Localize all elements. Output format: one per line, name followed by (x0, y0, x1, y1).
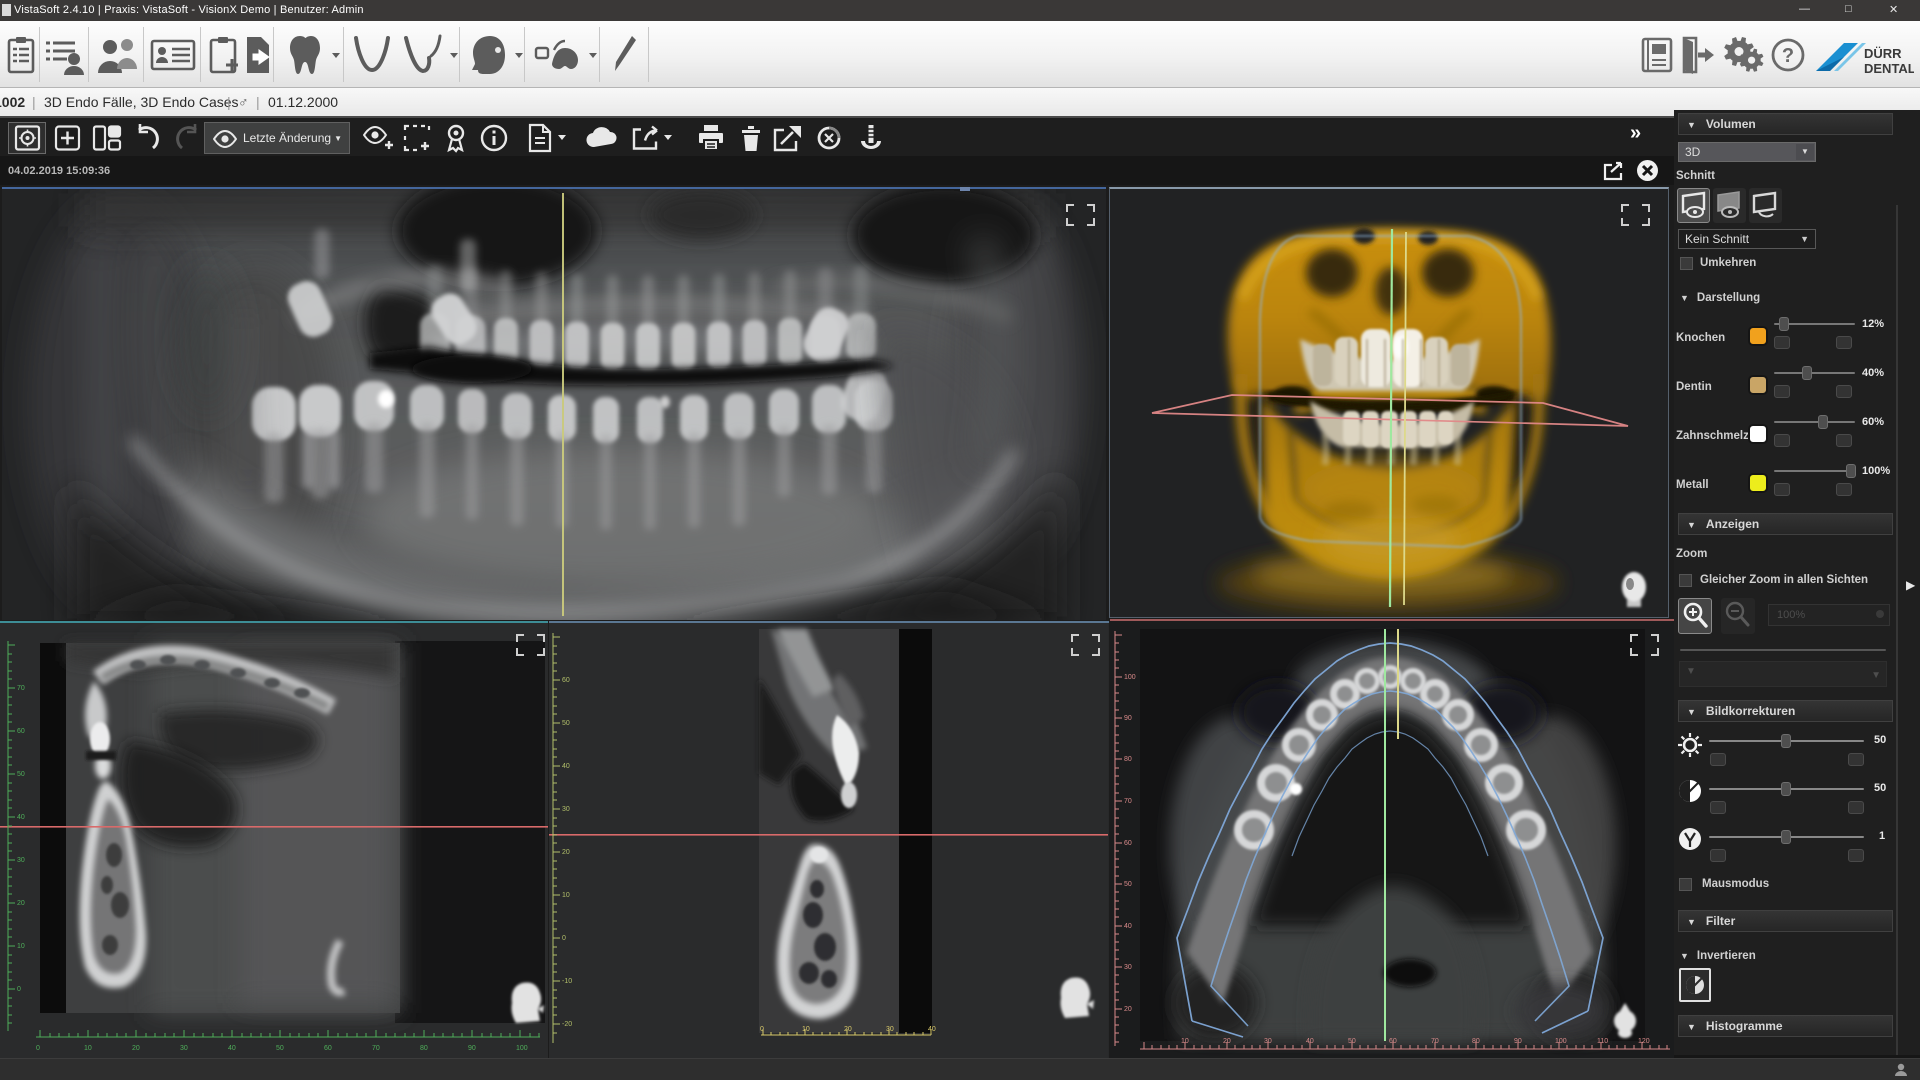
svg-text:70: 70 (1124, 798, 1132, 805)
svg-text:0: 0 (562, 935, 566, 942)
svg-text:60: 60 (324, 1045, 332, 1052)
svg-text:20: 20 (17, 900, 25, 907)
svg-text:70: 70 (1431, 1038, 1439, 1045)
svg-text:30: 30 (562, 806, 570, 813)
svg-text:60: 60 (1389, 1038, 1397, 1045)
svg-text:50: 50 (1348, 1038, 1356, 1045)
svg-text:40: 40 (928, 1026, 936, 1033)
svg-text:20: 20 (1124, 1006, 1132, 1013)
svg-text:100: 100 (1555, 1038, 1567, 1045)
svg-text:10: 10 (802, 1026, 810, 1033)
svg-text:30: 30 (886, 1026, 894, 1033)
svg-text:20: 20 (1223, 1038, 1231, 1045)
svg-text:110: 110 (1597, 1038, 1608, 1045)
svg-text:10: 10 (1181, 1038, 1189, 1045)
svg-text:50: 50 (17, 771, 25, 778)
svg-text:-10: -10 (562, 978, 572, 985)
svg-text:20: 20 (562, 849, 570, 856)
svg-text:50: 50 (276, 1045, 284, 1052)
svg-text:-20: -20 (562, 1021, 572, 1028)
svg-text:40: 40 (562, 763, 570, 770)
svg-text:50: 50 (562, 720, 570, 727)
svg-text:0: 0 (17, 986, 21, 993)
svg-text:0: 0 (36, 1045, 40, 1052)
svg-text:60: 60 (1124, 840, 1132, 847)
svg-text:90: 90 (1124, 715, 1132, 722)
svg-text:40: 40 (228, 1045, 236, 1052)
svg-text:10: 10 (17, 943, 25, 950)
svg-text:DENTAL: DENTAL (1864, 61, 1914, 76)
svg-text:100: 100 (516, 1045, 528, 1052)
svg-text:60: 60 (562, 677, 570, 684)
svg-text:30: 30 (17, 857, 25, 864)
svg-text:10: 10 (562, 892, 570, 899)
svg-text:0: 0 (760, 1026, 764, 1033)
svg-text:80: 80 (1472, 1038, 1480, 1045)
svg-text:20: 20 (844, 1026, 852, 1033)
svg-text:90: 90 (468, 1045, 476, 1052)
svg-text:30: 30 (1264, 1038, 1272, 1045)
svg-text:60: 60 (17, 728, 25, 735)
svg-text:120: 120 (1638, 1038, 1650, 1045)
svg-text:70: 70 (372, 1045, 380, 1052)
svg-text:20: 20 (132, 1045, 140, 1052)
svg-text:90: 90 (1514, 1038, 1522, 1045)
svg-text:30: 30 (180, 1045, 188, 1052)
svg-text:40: 40 (17, 814, 25, 821)
svg-text:DÜRR: DÜRR (1864, 46, 1902, 61)
svg-text:100: 100 (1124, 674, 1136, 681)
svg-text:10: 10 (84, 1045, 92, 1052)
svg-text:40: 40 (1124, 923, 1132, 930)
svg-text:40: 40 (1306, 1038, 1314, 1045)
svg-text:50: 50 (1124, 881, 1132, 888)
svg-text:80: 80 (420, 1045, 428, 1052)
svg-text:70: 70 (17, 685, 25, 692)
svg-text:?: ? (1782, 45, 1794, 67)
svg-text:30: 30 (1124, 964, 1132, 971)
svg-text:80: 80 (1124, 756, 1132, 763)
